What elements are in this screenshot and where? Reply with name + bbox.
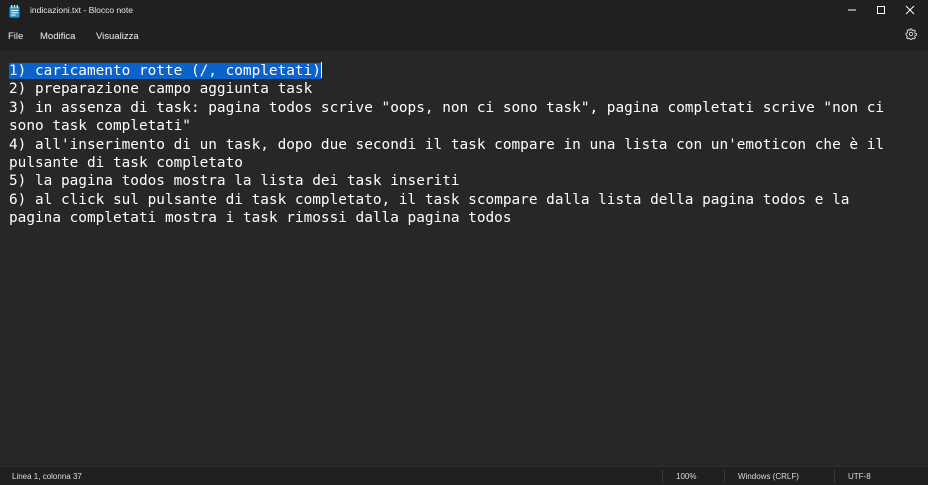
editor-line: 3) in assenza di task: pagina todos scri… xyxy=(9,99,885,116)
close-button[interactable] xyxy=(896,0,924,22)
maximize-icon xyxy=(876,2,886,20)
editor-line: 2) preparazione campo aggiunta task xyxy=(9,81,313,98)
editor-line: pagina completati mostra i task rimossi … xyxy=(9,210,512,227)
minimize-icon xyxy=(847,2,857,20)
editor-line: 6) al click sul pulsante di task complet… xyxy=(9,191,850,208)
cursor-position: Linea 1, colonna 37 xyxy=(12,472,82,481)
line-ending: Windows (CRLF) xyxy=(738,472,799,481)
notepad-window: indicazioni.txt - Blocco note File Modif… xyxy=(0,0,928,485)
selected-text: 1) caricamento rotte (/, completati) xyxy=(9,63,321,79)
status-divider xyxy=(724,470,725,483)
editor-line: 5) la pagina todos mostra la lista dei t… xyxy=(9,173,460,190)
notepad-icon xyxy=(9,5,20,18)
window-title: indicazioni.txt - Blocco note xyxy=(30,5,133,15)
menu-visualizza[interactable]: Visualizza xyxy=(96,31,139,42)
status-bar: Linea 1, colonna 37 100% Windows (CRLF) … xyxy=(0,466,928,485)
editor-line: 4) all'inserimento di un task, dopo due … xyxy=(9,136,885,153)
status-divider xyxy=(834,470,835,483)
settings-button[interactable] xyxy=(903,28,919,44)
editor-line-1: 1) caricamento rotte (/, completati) xyxy=(9,62,928,80)
menu-modifica[interactable]: Modifica xyxy=(40,31,75,42)
editor-line: sono task completati" xyxy=(9,118,191,135)
maximize-button[interactable] xyxy=(867,0,895,22)
minimize-button[interactable] xyxy=(838,0,866,22)
title-bar[interactable]: indicazioni.txt - Blocco note xyxy=(0,0,928,22)
menu-file[interactable]: File xyxy=(8,31,23,42)
text-caret xyxy=(320,62,322,78)
text-editor[interactable]: 1) caricamento rotte (/, completati) 2) … xyxy=(0,50,928,466)
encoding: UTF-8 xyxy=(848,472,871,481)
editor-line: pulsante di task completato xyxy=(9,155,243,172)
menu-bar: File Modifica Visualizza xyxy=(0,22,928,50)
status-divider xyxy=(662,470,663,483)
gear-icon xyxy=(905,27,917,45)
zoom-level: 100% xyxy=(676,472,697,481)
close-icon xyxy=(905,2,915,20)
